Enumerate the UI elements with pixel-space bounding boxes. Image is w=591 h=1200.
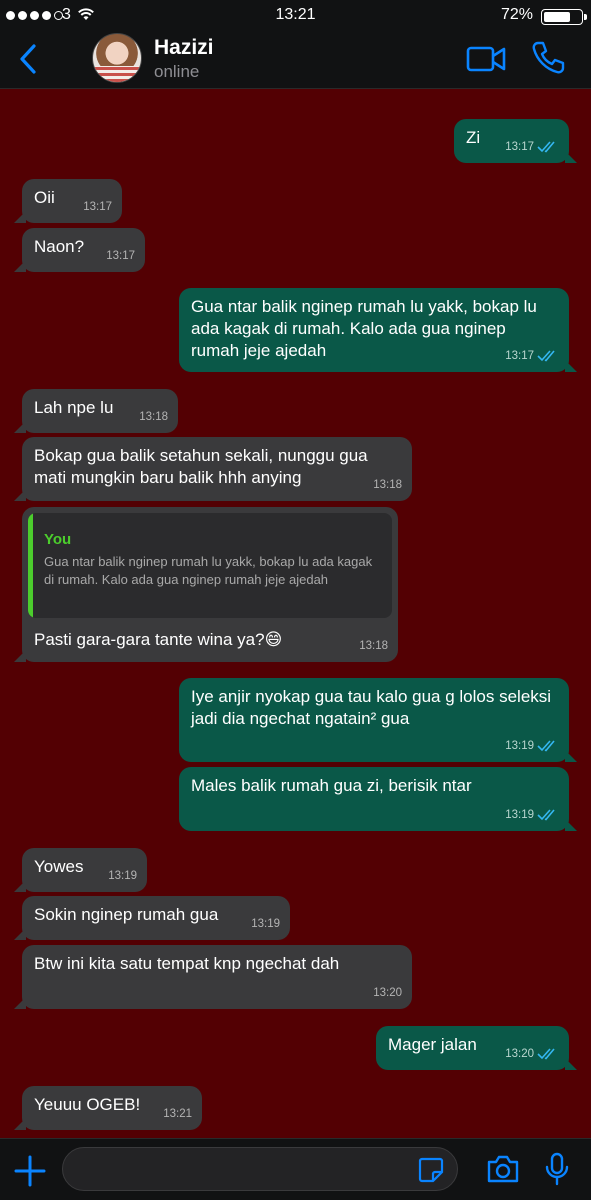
- message-meta: 13:19: [505, 804, 559, 826]
- message-time: 13:21: [163, 1108, 192, 1120]
- message-time: 13:19: [505, 809, 534, 821]
- quoted-message[interactable]: You Gua ntar balik nginep rumah lu yakk,…: [28, 513, 392, 618]
- message-bubble-outgoing[interactable]: Males balik rumah gua zi, berisik ntar 1…: [179, 767, 577, 831]
- message-time: 13:17: [505, 350, 534, 362]
- message-time: 13:19: [251, 918, 280, 930]
- message-input[interactable]: [62, 1147, 458, 1191]
- message-time: 13:17: [83, 201, 112, 213]
- microphone-icon[interactable]: [544, 1152, 570, 1186]
- message-meta: 13:21: [163, 1103, 192, 1125]
- message-bubble-incoming[interactable]: Naon? 13:17: [14, 228, 145, 272]
- message-meta: 13:17: [505, 136, 559, 158]
- message-meta: 13:19: [505, 735, 559, 757]
- double-tick-icon: [537, 809, 555, 821]
- message-time: 13:17: [106, 250, 135, 262]
- battery-percent: 72%: [500, 6, 533, 23]
- message-bubble-outgoing[interactable]: Iye anjir nyokap gua tau kalo gua g lolo…: [179, 678, 577, 762]
- message-bubble-incoming[interactable]: Oii 13:17: [14, 179, 122, 223]
- message-meta: 13:19: [251, 913, 280, 935]
- quote-text: Gua ntar balik nginep rumah lu yakk, bok…: [44, 554, 373, 587]
- quote-bar: [28, 513, 33, 618]
- phone-icon[interactable]: [530, 40, 566, 76]
- message-time: 13:17: [505, 141, 534, 153]
- message-bubble-incoming-reply[interactable]: You Gua ntar balik nginep rumah lu yakk,…: [14, 507, 398, 662]
- message-text: Iye anjir nyokap gua tau kalo gua g lolo…: [191, 687, 556, 728]
- message-meta: 13:19: [108, 865, 137, 887]
- back-icon[interactable]: [14, 42, 44, 76]
- message-meta: 13:20: [373, 982, 402, 1004]
- message-text: Naon?: [34, 237, 85, 256]
- message-text: Yeuuu OGEB!: [34, 1095, 141, 1114]
- message-bubble-outgoing[interactable]: Zi 13:17: [454, 119, 577, 163]
- message-bubble-incoming[interactable]: Yowes 13:19: [14, 848, 147, 892]
- quote-author: You: [44, 531, 72, 548]
- message-text: Yowes: [34, 857, 84, 876]
- message-text: Gua ntar balik nginep rumah lu yakk, bok…: [191, 297, 542, 360]
- message-bubble-incoming[interactable]: Yeuuu OGEB! 13:21: [14, 1086, 202, 1130]
- camera-icon[interactable]: [486, 1154, 520, 1184]
- message-time: 13:19: [505, 740, 534, 752]
- message-time: 13:20: [373, 987, 402, 999]
- message-bubble-incoming[interactable]: Bokap gua balik setahun sekali, nunggu g…: [14, 437, 412, 501]
- message-time: 13:18: [359, 640, 388, 652]
- message-bubble-outgoing[interactable]: Mager jalan 13:20: [376, 1026, 577, 1070]
- message-time: 13:20: [505, 1048, 534, 1060]
- composer-bar: [0, 1138, 591, 1200]
- message-meta: 13:17: [106, 245, 135, 267]
- message-text: Mager jalan: [388, 1035, 477, 1054]
- message-time: 13:18: [373, 479, 402, 491]
- message-meta: 13:18: [359, 635, 388, 657]
- message-meta: 13:17: [505, 345, 559, 367]
- battery-icon: [541, 9, 587, 25]
- avatar[interactable]: [92, 33, 142, 83]
- video-call-icon[interactable]: [466, 44, 506, 74]
- message-time: 13:19: [108, 870, 137, 882]
- message-time: 13:18: [139, 411, 168, 423]
- message-meta: 13:17: [83, 196, 112, 218]
- sticker-icon[interactable]: [418, 1157, 444, 1183]
- contact-status: online: [154, 62, 200, 81]
- message-text: Btw ini kita satu tempat knp ngechat dah: [34, 954, 340, 973]
- plus-icon[interactable]: [14, 1155, 46, 1187]
- double-tick-icon: [537, 141, 555, 153]
- message-bubble-incoming[interactable]: Sokin nginep rumah gua 13:19: [14, 896, 290, 940]
- message-text: Zi: [466, 128, 481, 147]
- message-text: Bokap gua balik setahun sekali, nunggu g…: [34, 446, 373, 487]
- message-text: Males balik rumah gua zi, berisik ntar: [191, 776, 472, 795]
- message-meta: 13:20: [505, 1043, 559, 1065]
- message-bubble-incoming[interactable]: Lah npe lu 13:18: [14, 389, 178, 433]
- message-bubble-incoming[interactable]: Btw ini kita satu tempat knp ngechat dah…: [14, 945, 412, 1009]
- contact-name[interactable]: Hazizi: [154, 36, 214, 60]
- double-tick-icon: [537, 350, 555, 362]
- message-meta: 13:18: [373, 474, 402, 496]
- message-text: Oii: [34, 188, 55, 207]
- message-bubble-outgoing[interactable]: Gua ntar balik nginep rumah lu yakk, bok…: [179, 288, 577, 372]
- message-meta: 13:18: [139, 406, 168, 428]
- double-tick-icon: [537, 740, 555, 752]
- double-tick-icon: [537, 1048, 555, 1060]
- message-text: Pasti gara-gara tante wina ya?😄: [34, 630, 283, 649]
- message-text: Sokin nginep rumah gua: [34, 905, 219, 924]
- status-bar: 3 13:21 72%: [0, 0, 591, 30]
- top-bar: 3 13:21 72% Hazizi online: [0, 0, 591, 89]
- message-text: Lah npe lu: [34, 398, 114, 417]
